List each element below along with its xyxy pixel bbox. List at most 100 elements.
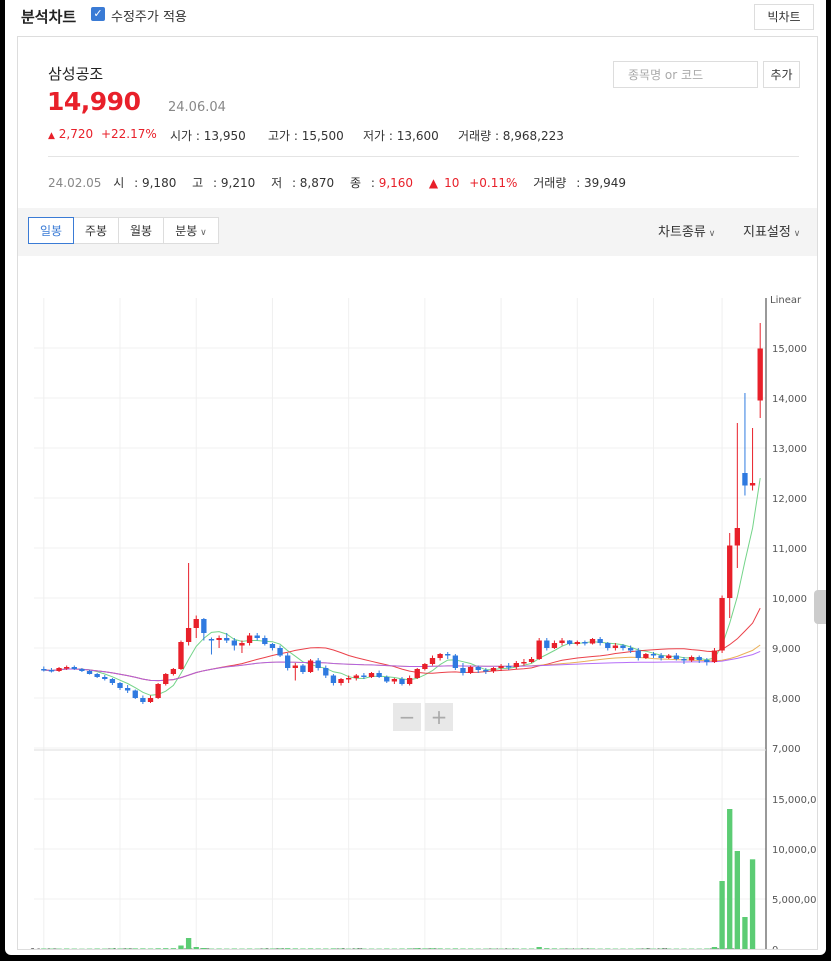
candle-body (124, 688, 131, 691)
candle-body (483, 670, 489, 672)
volume-bar (422, 948, 428, 949)
candle-body (140, 698, 146, 702)
page-title: 분석차트 (21, 8, 77, 26)
bigchart-button[interactable]: 빅차트 (754, 4, 814, 30)
volume-bar (727, 809, 733, 949)
volume-bar (155, 948, 161, 949)
scale-label: Linear (770, 295, 802, 306)
divider (48, 156, 799, 157)
y-tick-label: 9,000 (772, 644, 801, 655)
chart-window: 분석차트 ✓ 수정주가 적용 빅차트 삼성공조 14,990 24.06.04 … (5, 0, 826, 955)
candle-body (536, 640, 542, 659)
candle-body (323, 668, 329, 676)
volume-bar (109, 948, 116, 949)
y-tick-label: 14,000 (772, 394, 807, 405)
current-price: 14,990 (47, 87, 141, 116)
volume-bar (551, 948, 558, 949)
tab-minute[interactable]: 분봉 ∨ (163, 217, 219, 244)
candle-body (64, 667, 70, 669)
candle-body (688, 657, 695, 661)
volume-bar (414, 948, 420, 949)
adjusted-price-label[interactable]: 수정주가 적용 (111, 6, 187, 25)
zoom-out-button-icon: − (399, 705, 416, 729)
tab-monthly[interactable]: 월봉 (118, 217, 164, 244)
candle-body (749, 483, 756, 486)
moving-average-line (43, 650, 761, 682)
candle-body (574, 642, 580, 644)
candle-body (605, 643, 611, 648)
candle-body (696, 657, 702, 660)
candle-body (132, 690, 138, 698)
volume-bar (513, 948, 519, 949)
volume-bar (437, 948, 443, 949)
stock-search-input[interactable]: 종목명 or 코드 (613, 61, 758, 88)
candle-body (414, 669, 420, 678)
add-button[interactable]: 추가 (763, 61, 800, 88)
volume-bar (429, 948, 436, 949)
volume-bar (536, 947, 542, 949)
candle-body (178, 642, 184, 669)
y-tick-label: 11,000 (772, 544, 807, 555)
zoom-controls[interactable]: − + (393, 703, 453, 731)
candle-body (117, 683, 123, 688)
candle-body (246, 635, 253, 643)
volume-bar (406, 948, 413, 949)
candle-body (445, 654, 451, 656)
volume-bar (170, 948, 177, 949)
volume-bar (147, 948, 154, 949)
candle-body (490, 668, 497, 671)
candle-body (269, 644, 276, 648)
y-tick-label: 13,000 (772, 444, 807, 455)
volume-bar (330, 948, 337, 949)
candle-body (506, 666, 512, 668)
candle-body (94, 674, 100, 677)
candle-body (71, 667, 77, 669)
volume-bar (163, 948, 169, 949)
candle-body (163, 674, 169, 684)
volume-bar (559, 948, 565, 949)
volume-tick-label: 10,000,000 (772, 845, 817, 856)
candle-body (460, 668, 466, 673)
tab-weekly[interactable]: 주봉 (73, 217, 119, 244)
chevron-down-icon: ∨ (790, 229, 801, 239)
volume-bar (467, 948, 474, 949)
candle-body (307, 660, 314, 672)
moving-average-line (43, 478, 761, 696)
candle-body (185, 628, 192, 642)
indicator-settings-dropdown[interactable]: 지표설정 ∨ (743, 221, 800, 240)
chart-type-dropdown[interactable]: 차트종류 ∨ (658, 221, 715, 240)
candle-body (711, 650, 718, 662)
volume-bar (452, 948, 459, 949)
y-tick-label: 10,000 (772, 594, 807, 605)
candle-body (627, 648, 634, 651)
candle-body (612, 645, 619, 648)
volume-bar (605, 948, 611, 949)
side-panel-toggle[interactable] (814, 590, 826, 624)
chart-panel: 삼성공조 14,990 24.06.04 ▲ 2,720 +22.17% 시가 … (17, 36, 818, 950)
candle-body (643, 654, 649, 658)
tab-daily[interactable]: 일봉 (28, 217, 74, 244)
candle-body (635, 650, 641, 658)
candle-body (452, 655, 459, 668)
candle-body (437, 654, 443, 658)
low-price: 저가 : 13,600 (363, 129, 439, 143)
candle-body (658, 655, 664, 658)
candle-body (102, 677, 108, 679)
candle-body (41, 669, 47, 671)
price-chart[interactable]: 01.0801.2202.0502.2103.0703.2104.0404.19… (18, 257, 817, 949)
candle-body (216, 638, 222, 640)
volume-bar (185, 938, 192, 949)
chart-toolbar: 일봉 주봉 월봉 분봉 ∨ 차트종류 ∨ 지표설정 ∨ (18, 208, 817, 256)
candle-body (406, 678, 413, 684)
candle-body (467, 667, 474, 673)
open-price: 시가 : 13,950 (170, 129, 246, 143)
candle-body (239, 643, 245, 646)
volume-bar (178, 945, 184, 949)
volume-bar (64, 948, 70, 949)
candle-body (155, 684, 161, 698)
candle-body (673, 655, 680, 659)
y-tick-label: 15,000 (772, 344, 807, 355)
candle-body (704, 660, 710, 662)
volume-bar (117, 948, 123, 949)
adjusted-price-checkbox[interactable]: ✓ (91, 7, 105, 21)
